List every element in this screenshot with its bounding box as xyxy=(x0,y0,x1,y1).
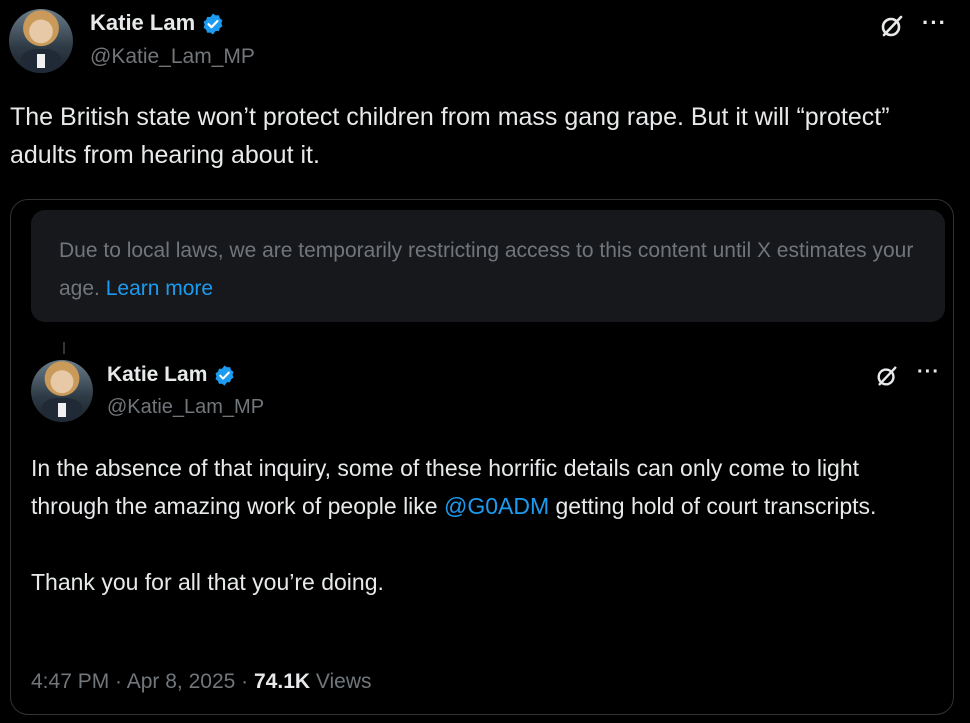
more-icon[interactable]: ··· xyxy=(917,361,940,384)
author-name-text: Katie Lam xyxy=(90,10,196,35)
avatar-collar xyxy=(58,403,66,418)
learn-more-link[interactable]: Learn more xyxy=(106,277,213,300)
quoted-author-handle[interactable]: @Katie_Lam_MP xyxy=(107,396,264,419)
quoted-text-part-2: getting hold of court transcripts. xyxy=(549,493,877,519)
quoted-text-paragraph-2: Thank you for all that you’re doing. xyxy=(31,569,384,595)
quoted-author-name-text: Katie Lam xyxy=(107,363,208,386)
quoted-author-avatar[interactable] xyxy=(31,360,93,422)
age-restriction-notice: Due to local laws, we are temporarily re… xyxy=(31,210,945,322)
more-icon[interactable]: ··· xyxy=(922,10,947,36)
meta-separator: · xyxy=(109,670,127,693)
thread-line xyxy=(63,342,65,354)
meta-separator: · xyxy=(235,670,254,693)
post-time[interactable]: 4:47 PM xyxy=(31,670,109,693)
views-label: Views xyxy=(310,670,372,693)
author-handle[interactable]: @Katie_Lam_MP xyxy=(90,45,255,69)
quoted-post-text: In the absence of that inquiry, some of … xyxy=(31,449,941,601)
quoted-author-name[interactable]: Katie Lam xyxy=(107,363,236,387)
author-name[interactable]: Katie Lam xyxy=(90,10,225,36)
grok-icon[interactable] xyxy=(875,364,899,388)
grok-icon[interactable] xyxy=(879,13,905,39)
views-count: 74.1K xyxy=(254,670,311,693)
verified-badge-icon xyxy=(215,365,234,386)
post-meta: 4:47 PM · Apr 8, 2025 · 74.1K Views xyxy=(31,670,372,694)
author-avatar[interactable] xyxy=(9,9,73,73)
verified-badge-icon xyxy=(203,13,223,35)
mention-link[interactable]: @G0ADM xyxy=(444,493,549,519)
post-date[interactable]: Apr 8, 2025 xyxy=(127,670,236,693)
avatar-collar xyxy=(37,53,45,68)
post-text: The British state won’t protect children… xyxy=(10,103,890,169)
